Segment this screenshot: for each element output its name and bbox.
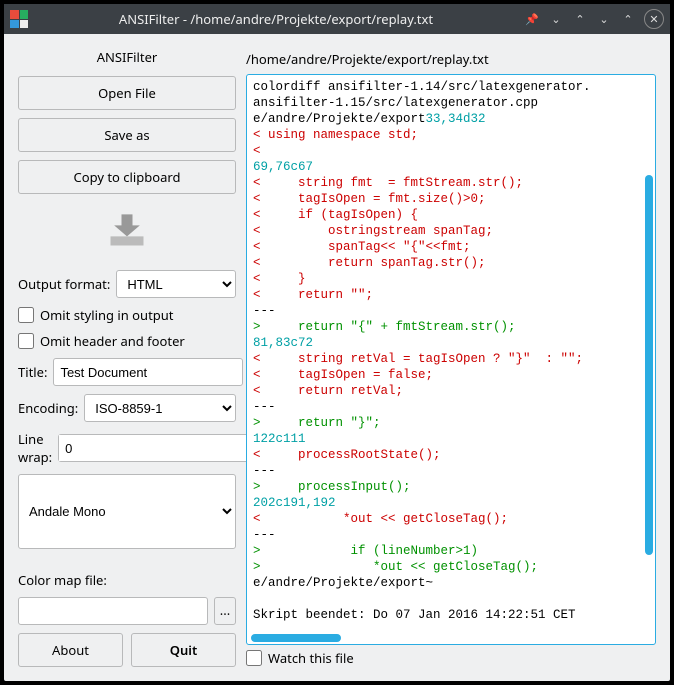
linewrap-label: Line wrap:	[18, 430, 52, 466]
title-input[interactable]	[53, 358, 243, 386]
omit-styling-checkbox[interactable]: Omit styling in output	[18, 306, 236, 324]
save-as-button[interactable]: Save as	[18, 118, 236, 152]
open-file-button[interactable]: Open File	[18, 76, 236, 110]
omit-styling-label: Omit styling in output	[40, 306, 173, 324]
about-button[interactable]: About	[18, 633, 123, 667]
window-title: ANSIFilter - /home/andre/Projekte/export…	[36, 10, 516, 28]
omit-header-input[interactable]	[18, 333, 34, 349]
font-select[interactable]: Andale Mono	[18, 474, 236, 549]
file-path: /home/andre/Projekte/export/replay.txt	[246, 48, 656, 70]
encoding-select[interactable]: ISO-8859-1	[84, 394, 236, 422]
code-viewer[interactable]: colordiff ansifilter-1.14/src/latexgener…	[246, 74, 656, 645]
browse-button[interactable]: ...	[214, 597, 236, 625]
encoding-label: Encoding:	[18, 399, 78, 417]
omit-styling-input[interactable]	[18, 307, 34, 323]
output-format-label: Output format:	[18, 275, 110, 293]
linewrap-stepper[interactable]: ▲▼	[58, 434, 266, 462]
titlebar: ANSIFilter - /home/andre/Projekte/export…	[4, 4, 670, 34]
download-icon	[105, 210, 149, 248]
sidebar: ANSIFilter Open File Save as Copy to cli…	[18, 48, 236, 667]
omit-header-checkbox[interactable]: Omit header and footer	[18, 332, 236, 350]
colormap-label: Color map file:	[18, 571, 236, 589]
pin-icon[interactable]: 📌	[524, 11, 540, 27]
close-icon[interactable]: ✕	[644, 9, 664, 29]
chevron-down-icon[interactable]: ⌄	[548, 11, 564, 27]
watch-file-checkbox[interactable]: Watch this file	[246, 649, 656, 667]
omit-header-label: Omit header and footer	[40, 332, 185, 350]
title-label: Title:	[18, 363, 47, 381]
vertical-scrollbar[interactable]	[645, 175, 653, 555]
chevron-up-icon[interactable]: ⌃	[572, 11, 588, 27]
minimize-icon[interactable]: ⌄	[596, 11, 612, 27]
copy-clipboard-button[interactable]: Copy to clipboard	[18, 160, 236, 194]
watch-file-label: Watch this file	[268, 649, 354, 667]
code-content: colordiff ansifilter-1.14/src/latexgener…	[247, 75, 655, 630]
linewrap-input[interactable]	[59, 435, 247, 461]
panel-title: ANSIFilter	[18, 48, 236, 66]
output-format-select[interactable]: HTML	[116, 270, 236, 298]
horizontal-scrollbar[interactable]	[251, 634, 341, 642]
watch-file-input[interactable]	[246, 650, 262, 666]
colormap-input[interactable]	[18, 597, 208, 625]
quit-button[interactable]: Quit	[131, 633, 236, 667]
maximize-icon[interactable]: ⌃	[620, 11, 636, 27]
app-icon	[10, 10, 28, 28]
